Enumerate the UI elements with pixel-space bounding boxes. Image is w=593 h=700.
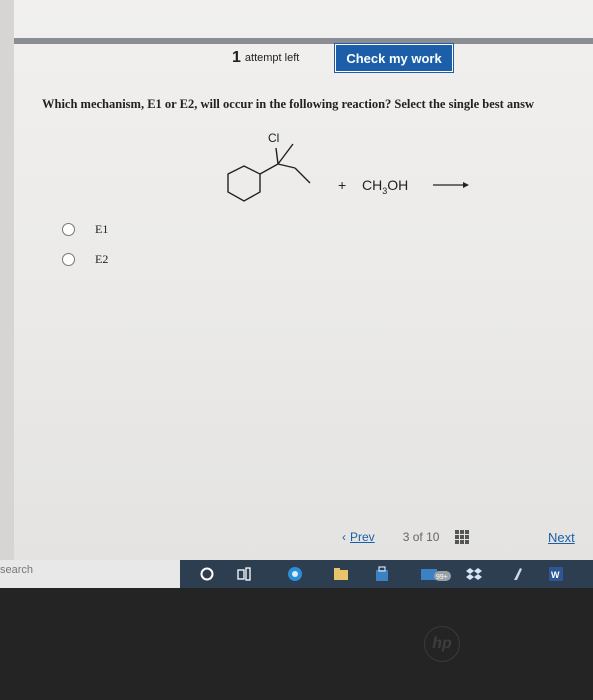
reagent-tail: OH <box>387 177 409 193</box>
taskbar-search-input[interactable]: search <box>0 560 180 588</box>
plus-sign: + <box>338 177 347 193</box>
notification-badge: 99+ <box>436 574 448 581</box>
attempts-indicator: 1 attempt left <box>232 46 299 70</box>
file-explorer-icon[interactable] <box>333 566 349 582</box>
app-screen: 1 attempt left Check my work Which mecha… <box>0 0 593 560</box>
prev-link[interactable]: Prev <box>350 530 375 544</box>
grid-icon[interactable] <box>455 530 470 544</box>
word-icon[interactable]: W <box>548 566 564 582</box>
edge-browser-icon[interactable] <box>287 566 303 582</box>
store-icon[interactable] <box>374 566 390 582</box>
hp-logo: hp <box>424 626 460 662</box>
option-e2[interactable]: E2 <box>62 252 108 267</box>
radio-e1[interactable] <box>62 223 75 236</box>
header-bar <box>14 38 593 44</box>
question-text: Which mechanism, E1 or E2, will occur in… <box>42 97 535 111</box>
option-e2-label: E2 <box>95 252 109 266</box>
task-view-icon[interactable] <box>236 566 252 582</box>
attempts-count: 1 <box>232 49 241 66</box>
radio-e2[interactable] <box>62 253 75 266</box>
mail-badge-icon[interactable]: 99+ <box>420 566 452 582</box>
dropbox-icon[interactable] <box>466 566 482 582</box>
reaction-arrow-icon <box>433 182 469 188</box>
option-e1-label: E1 <box>95 222 109 236</box>
left-panel-edge <box>0 0 14 560</box>
check-my-work-button[interactable]: Check my work <box>335 44 453 72</box>
app-icon[interactable] <box>510 566 526 582</box>
laptop-bezel <box>0 588 593 700</box>
chevron-left-icon[interactable]: ‹ <box>342 530 346 544</box>
pager: ‹ Prev 3 of 10 <box>342 530 470 544</box>
next-link[interactable]: Next <box>548 530 575 545</box>
reagent-formula: CH3OH <box>362 177 408 196</box>
page-counter: 3 of 10 <box>403 530 440 544</box>
reagent-main: CH <box>362 177 383 193</box>
page-of: of <box>412 530 423 544</box>
page-total: 10 <box>426 530 440 544</box>
molecule-structure: Cl <box>227 131 311 202</box>
chlorine-label: Cl <box>268 131 279 145</box>
page-current: 3 <box>402 530 410 544</box>
svg-text:W: W <box>551 570 560 580</box>
attempts-label: attempt left <box>244 52 300 64</box>
cortana-icon[interactable] <box>199 566 215 582</box>
option-e1[interactable]: E1 <box>62 222 108 237</box>
